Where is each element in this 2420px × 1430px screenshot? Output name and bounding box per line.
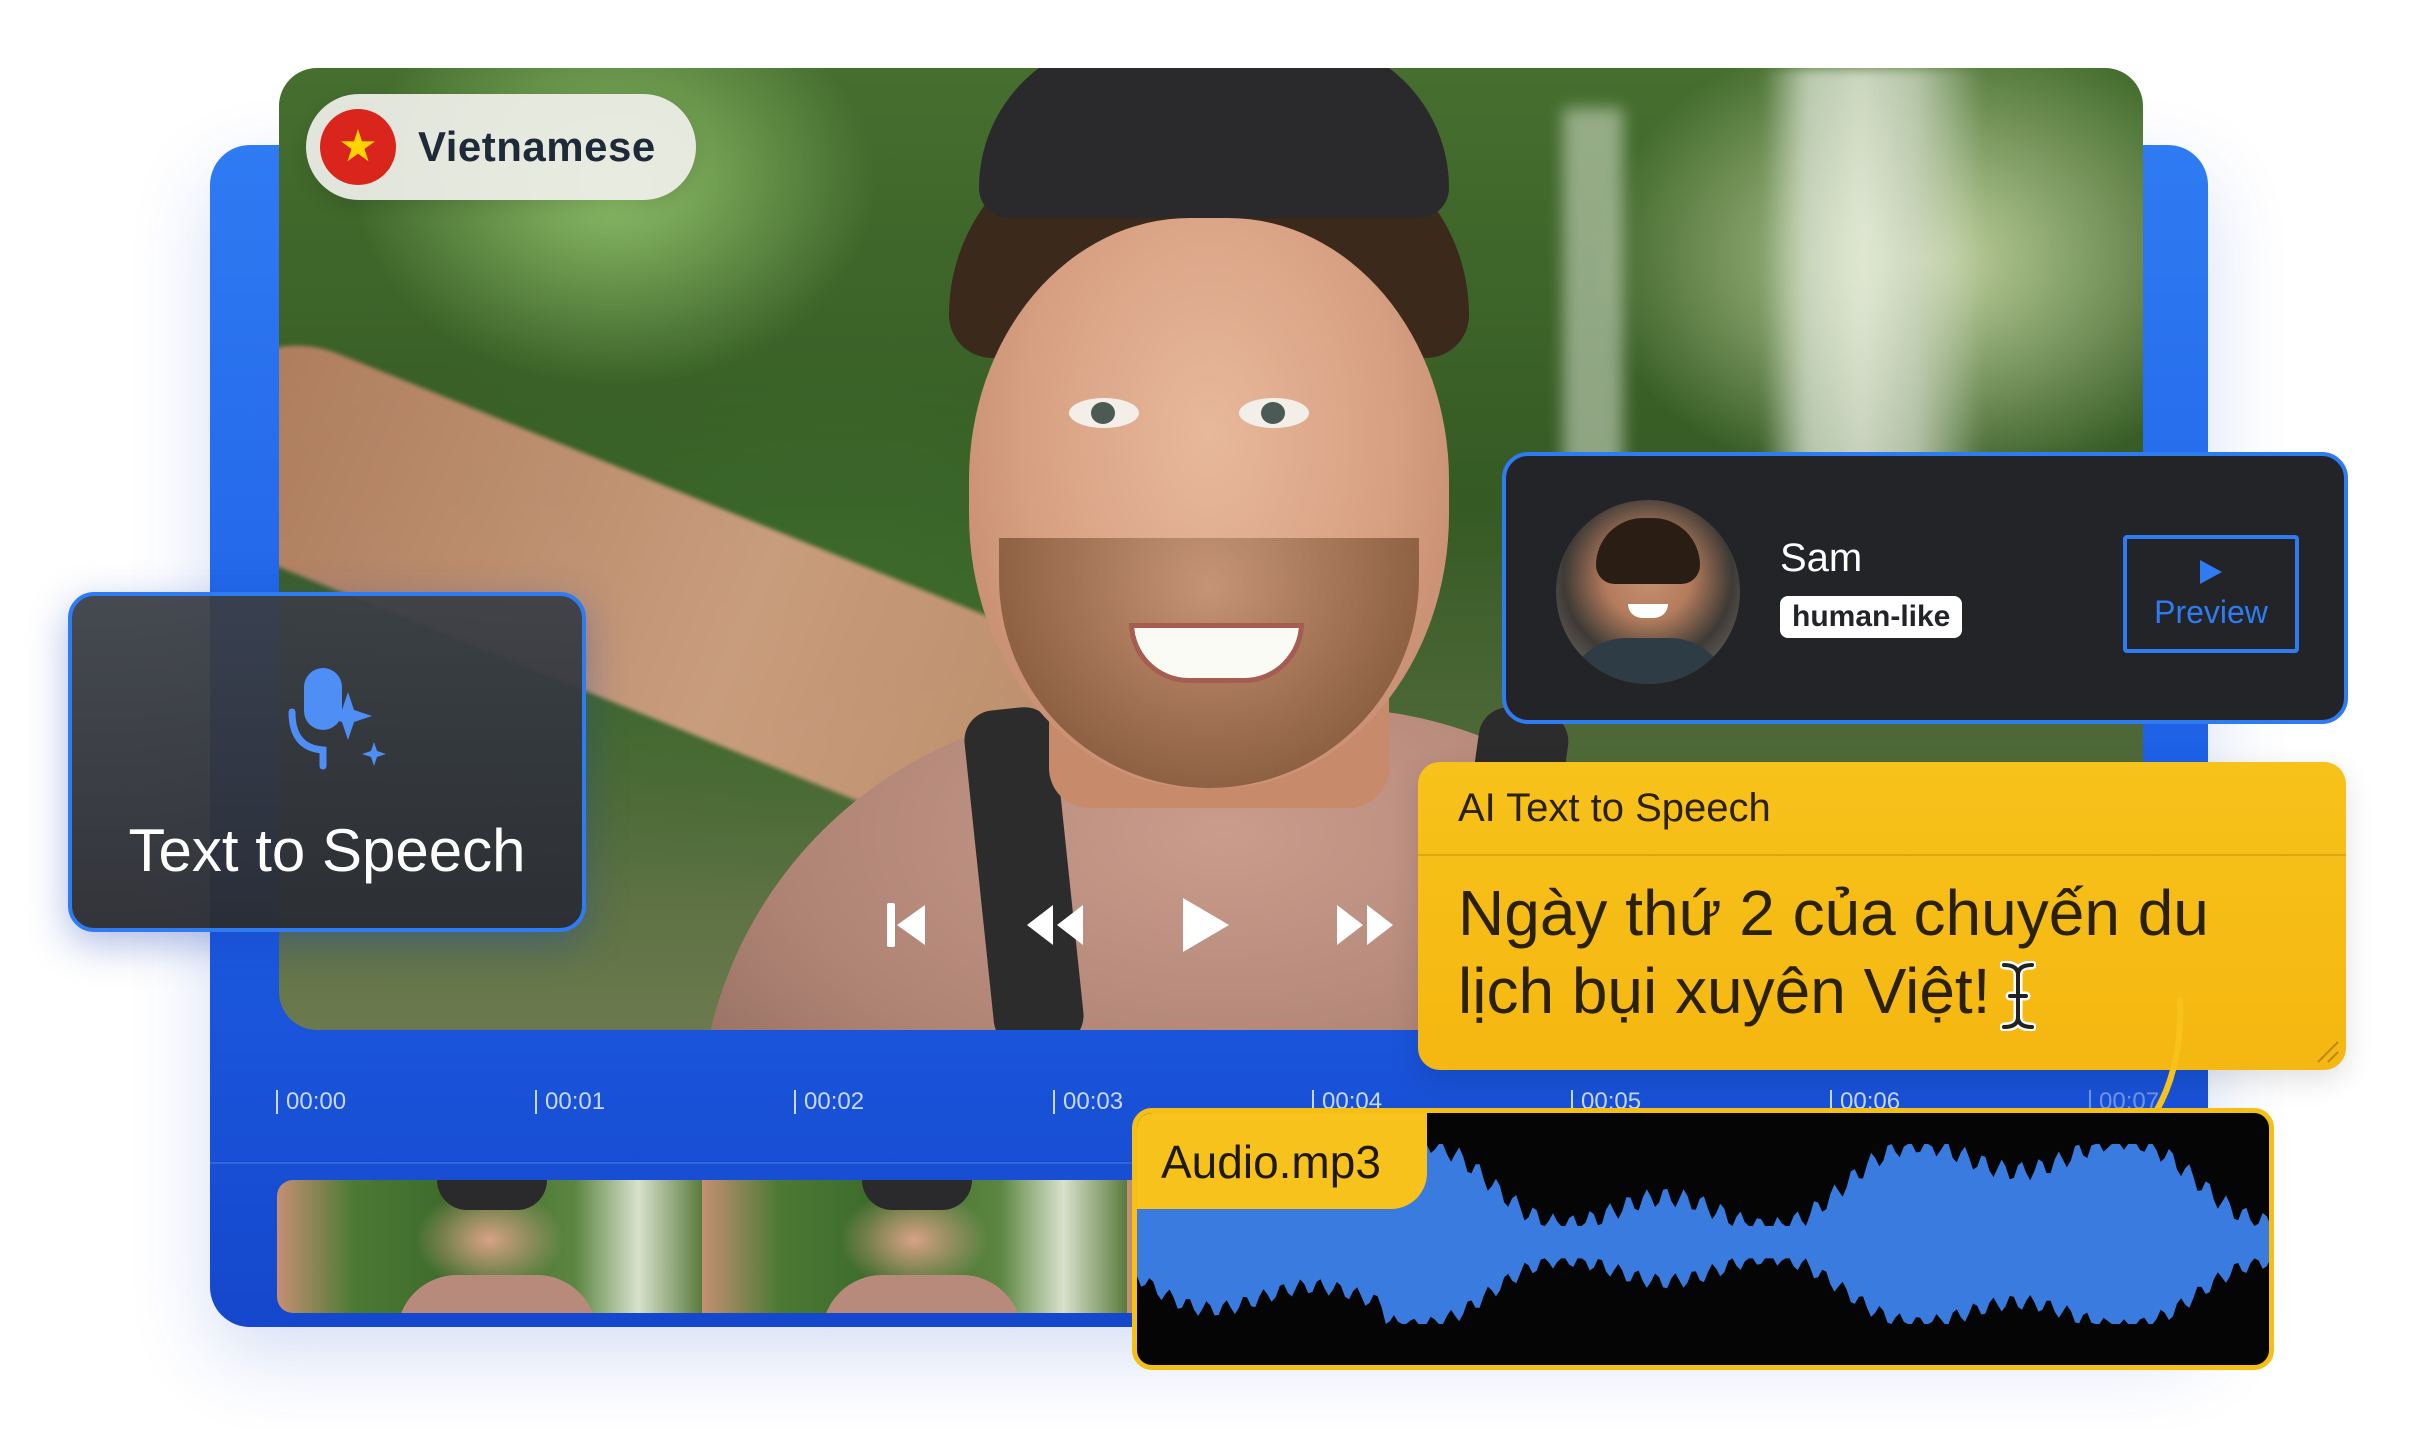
skip-previous-icon bbox=[887, 903, 925, 947]
text-to-speech-card[interactable]: Text to Speech bbox=[68, 592, 586, 932]
rewind-button[interactable] bbox=[1020, 890, 1090, 960]
video-thumbnail bbox=[702, 1180, 1127, 1313]
rewind-icon bbox=[1027, 905, 1083, 945]
ai-text-card[interactable]: AI Text to Speech Ngày thứ 2 của chuyến … bbox=[1418, 762, 2346, 1070]
timeline-tick: 00:00 bbox=[276, 1090, 346, 1114]
mic-sparkle-icon bbox=[288, 668, 386, 770]
language-label: Vietnamese bbox=[418, 123, 656, 170]
thumbnail-shirt bbox=[397, 1275, 597, 1313]
audio-file-label: Audio.mp3 bbox=[1137, 1113, 1427, 1209]
fast-forward-button[interactable] bbox=[1330, 890, 1400, 960]
stage: ★ Vietnamese 00:00 00:01 00:02 00:03 00:… bbox=[0, 0, 2420, 1430]
eye-left bbox=[1069, 398, 1139, 428]
voice-name: Sam bbox=[1780, 536, 1863, 580]
timeline-tick: 00:03 bbox=[1053, 1090, 1123, 1114]
playback-controls bbox=[870, 890, 1410, 960]
play-icon bbox=[2200, 559, 2222, 584]
voice-card[interactable]: Sam human-like Preview bbox=[1502, 452, 2348, 724]
eye-right bbox=[1239, 398, 1309, 428]
fast-forward-icon bbox=[1337, 905, 1393, 945]
preview-button[interactable]: Preview bbox=[2123, 535, 2299, 653]
avatar-hair bbox=[1596, 518, 1700, 584]
skip-back-button[interactable] bbox=[870, 890, 940, 960]
thumbnail-shirt bbox=[822, 1275, 1022, 1313]
language-selector[interactable]: ★ Vietnamese bbox=[306, 94, 696, 200]
divider bbox=[1418, 854, 2346, 856]
cap bbox=[979, 68, 1449, 218]
timeline-tick: 00:01 bbox=[535, 1090, 605, 1114]
ai-card-title: AI Text to Speech bbox=[1458, 786, 1771, 830]
play-icon bbox=[1183, 898, 1229, 952]
vietnam-flag-icon: ★ bbox=[320, 109, 396, 185]
audio-track[interactable]: Audio.mp3 bbox=[1132, 1108, 2274, 1370]
play-button[interactable] bbox=[1170, 890, 1240, 960]
timeline-tick: 00:02 bbox=[794, 1090, 864, 1114]
text-to-speech-label: Text to Speech bbox=[128, 817, 526, 884]
avatar-smile bbox=[1628, 604, 1668, 618]
avatar-shirt bbox=[1566, 638, 1730, 684]
voice-style-badge: human-like bbox=[1780, 596, 1963, 638]
avatar bbox=[1556, 500, 1740, 684]
video-thumbnail bbox=[277, 1180, 702, 1313]
resize-handle-icon[interactable] bbox=[2312, 1036, 2340, 1064]
preview-label: Preview bbox=[2154, 593, 2268, 630]
